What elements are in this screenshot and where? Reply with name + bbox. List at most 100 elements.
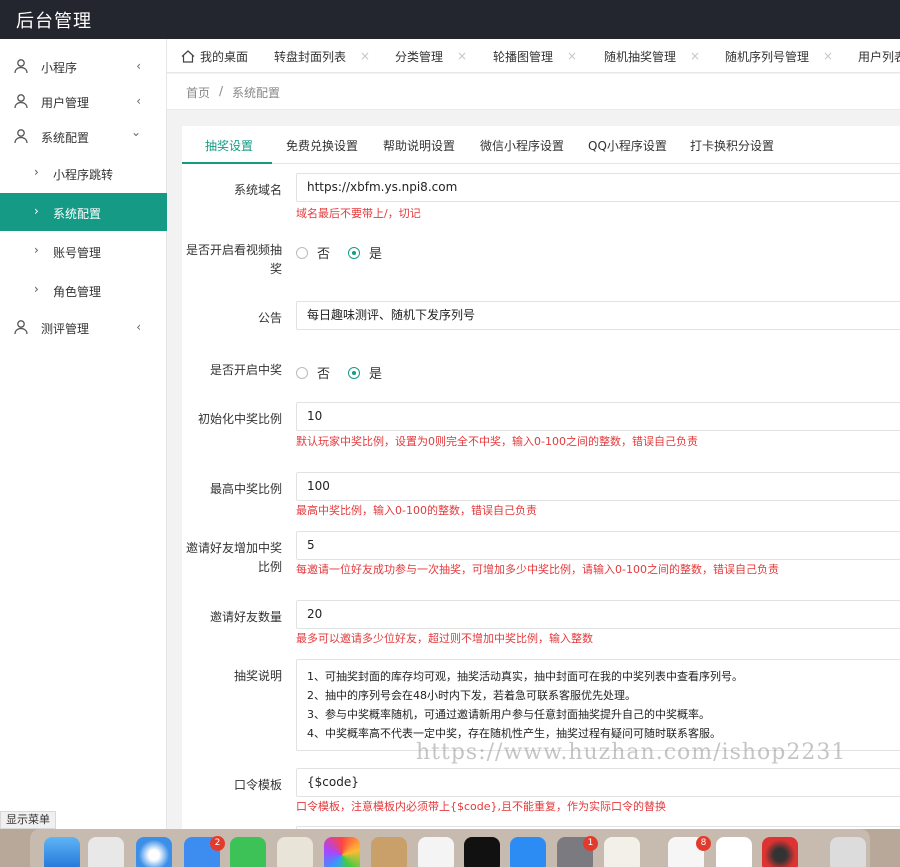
chevron-left-icon: ‹	[136, 320, 141, 334]
close-icon[interactable]: ×	[690, 49, 700, 63]
tab-carousel[interactable]: 轮播图管理 ×	[493, 39, 577, 73]
video-lottery-radio-yes[interactable]: 是	[348, 243, 382, 262]
close-icon[interactable]: ×	[457, 49, 467, 63]
sidebar-item-label: 小程序	[41, 61, 78, 75]
sidebar-subitem-accounts[interactable]: › 账号管理	[0, 232, 167, 270]
tab-user-list[interactable]: 用户列表	[858, 39, 900, 73]
photos-icon[interactable]	[324, 837, 360, 867]
tab-label: 转盘封面列表	[274, 49, 347, 64]
radio-circle	[296, 366, 308, 379]
maps-icon[interactable]	[277, 837, 313, 867]
reminders-icon[interactable]	[418, 837, 454, 867]
home-icon	[181, 49, 195, 63]
init-rate-hint: 默认玩家中奖比例，设置为0则完全不中奖，输入0-100之间的整数，错误自己负责	[296, 435, 698, 448]
sidebar-item-label: 测评管理	[41, 322, 90, 336]
chevron-right-icon: ›	[34, 282, 39, 296]
tab-free-redeem-settings[interactable]: 免费兑换设置	[286, 137, 358, 154]
tab-serial-numbers[interactable]: 随机序列号管理 ×	[725, 39, 833, 73]
radio-circle	[348, 366, 361, 379]
domain-input[interactable]: https://xbfm.ys.npi8.com	[296, 173, 900, 202]
settings-panel: 抽奖设置 免费兑换设置 帮助说明设置 微信小程序设置 QQ小程序设置 打卡换积分…	[182, 126, 900, 829]
watermark: https://www.huzhan.com/ishop2231	[416, 740, 847, 765]
code-template-label: 口令模板	[233, 778, 282, 792]
win-enabled-radio-yes[interactable]: 是	[348, 363, 382, 382]
app-title: 后台管理	[16, 11, 92, 32]
breadcrumb-separator: /	[219, 84, 224, 98]
active-tab-indicator	[182, 162, 272, 164]
safari-icon[interactable]	[136, 837, 172, 867]
page-tab-bar: 我的桌面 转盘封面列表 × 分类管理 × 轮播图管理 × 随机抽奖管理 × 随机…	[167, 39, 900, 73]
sidebar-item-users[interactable]: 用户管理 ‹	[0, 82, 167, 120]
sidebar-item-mini-program[interactable]: 小程序 ‹	[0, 47, 167, 85]
radio-label: 是	[369, 367, 383, 382]
close-icon[interactable]: ×	[360, 49, 370, 63]
dock: 2 1 8	[0, 829, 900, 867]
tab-help-settings[interactable]: 帮助说明设置	[383, 137, 455, 154]
max-rate-input[interactable]: 100	[296, 472, 900, 501]
tab-checkin-settings[interactable]: 打卡换积分设置	[690, 137, 774, 154]
close-icon[interactable]: ×	[823, 49, 833, 63]
domain-label: 系统域名	[233, 183, 282, 197]
tab-label: 我的桌面	[200, 49, 249, 64]
system-preferences-badge: 1	[583, 836, 598, 851]
camera-app-icon[interactable]	[762, 837, 798, 867]
chevron-right-icon: ›	[34, 243, 39, 257]
invite-rate-hint: 每邀请一位好友成功参与一次抽奖，可增加多少中奖比例，请输入0-100之间的整数，…	[296, 563, 779, 576]
win-enabled-label: 是否开启中奖	[209, 363, 282, 377]
code-template-input[interactable]: {$code}	[296, 768, 900, 797]
user-icon	[14, 320, 28, 335]
notice-input[interactable]: 每日趣味测评、随机下发序列号	[296, 301, 900, 330]
app-store-icon[interactable]	[510, 837, 546, 867]
tab-wechat-settings[interactable]: 微信小程序设置	[480, 137, 564, 154]
sidebar-item-evaluation[interactable]: 测评管理 ‹	[0, 308, 167, 346]
invite-count-input[interactable]: 20	[296, 600, 900, 629]
show-menu-button[interactable]: 显示菜单	[0, 811, 56, 829]
description-label: 抽奖说明	[233, 669, 282, 683]
init-rate-input[interactable]: 10	[296, 402, 900, 431]
tab-cover-list[interactable]: 转盘封面列表 ×	[274, 39, 370, 73]
contacts-icon[interactable]	[371, 837, 407, 867]
mail-badge: 2	[210, 836, 225, 851]
notes-icon[interactable]	[604, 837, 640, 867]
sidebar-item-label: 用户管理	[41, 96, 90, 110]
dock-shelf: 2 1 8	[30, 829, 870, 867]
video-lottery-radio-no[interactable]: 否	[296, 243, 330, 262]
trash-icon[interactable]	[830, 837, 866, 867]
sidebar-item-system-config[interactable]: 系统配置 ⌄	[0, 117, 167, 155]
apple-tv-icon[interactable]	[464, 837, 500, 867]
invite-rate-input[interactable]: 5	[296, 531, 900, 560]
sidebar-subitem-system-config[interactable]: › 系统配置	[0, 193, 167, 231]
description-textarea[interactable]: 1、可抽奖封面的库存均可观，抽奖活动真实，抽中封面可在我的中奖列表中查看序列号。…	[296, 659, 900, 751]
chevron-left-icon: ‹	[136, 94, 141, 108]
max-rate-hint: 最高中奖比例，输入0-100的整数，错误自己负责	[296, 504, 537, 517]
tab-qq-settings[interactable]: QQ小程序设置	[588, 137, 667, 154]
notice-label: 公告	[257, 311, 282, 325]
facetime-icon[interactable]	[230, 837, 266, 867]
sidebar-subitem-roles[interactable]: › 角色管理	[0, 271, 167, 309]
chevron-right-icon: ›	[34, 165, 39, 179]
radio-label: 否	[317, 367, 331, 382]
invite-count-label: 邀请好友数量	[209, 610, 282, 624]
sidebar: 小程序 ‹ 用户管理 ‹ 系统配置 ⌄ › 小程序跳转 › 系统配置 › 账号管…	[0, 39, 167, 829]
launchpad-icon[interactable]	[88, 837, 124, 867]
tab-label: 用户列表	[858, 49, 900, 64]
tab-lottery-settings[interactable]: 抽奖设置	[205, 137, 253, 154]
tab-random-lottery[interactable]: 随机抽奖管理 ×	[604, 39, 700, 73]
breadcrumb-home[interactable]: 首页	[186, 84, 210, 101]
invite-rate-label: 邀请好友增加中奖比例	[185, 541, 282, 574]
tab-label: 随机序列号管理	[725, 49, 810, 64]
breadcrumb: 首页 / 系统配置	[167, 74, 900, 110]
win-enabled-radio-group: 否 是	[296, 363, 400, 382]
invite-count-hint: 最多可以邀请多少位好友，超过则不增加中奖比例，输入整数	[296, 632, 593, 645]
tab-desktop[interactable]: 我的桌面	[181, 39, 248, 73]
wps-icon[interactable]	[716, 837, 752, 867]
sidebar-item-label: 系统配置	[41, 131, 90, 145]
win-enabled-radio-no[interactable]: 否	[296, 363, 330, 382]
finder-icon[interactable]	[44, 837, 80, 867]
settings-tab-bar: 抽奖设置 免费兑换设置 帮助说明设置 微信小程序设置 QQ小程序设置 打卡换积分…	[182, 126, 900, 164]
sidebar-item-label: 系统配置	[53, 207, 102, 221]
tab-categories[interactable]: 分类管理 ×	[395, 39, 467, 73]
video-lottery-radio-group: 否 是	[296, 243, 400, 262]
sidebar-subitem-mini-jump[interactable]: › 小程序跳转	[0, 154, 167, 192]
close-icon[interactable]: ×	[567, 49, 577, 63]
